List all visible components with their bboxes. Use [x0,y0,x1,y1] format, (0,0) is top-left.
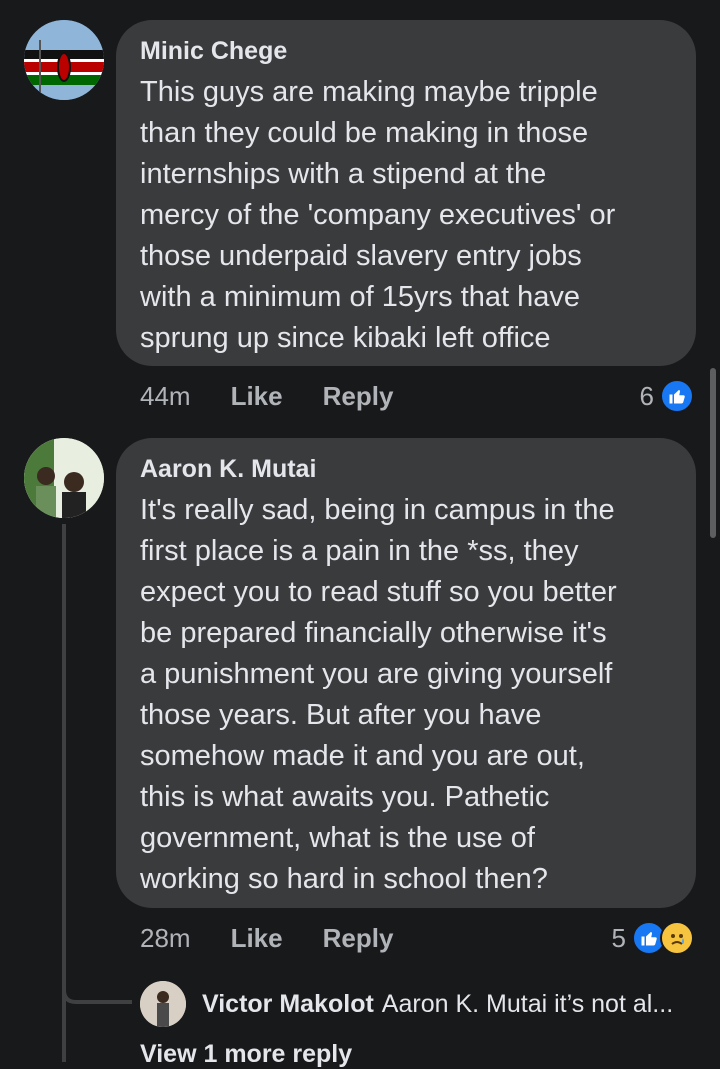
reaction-summary[interactable]: 6 [640,376,694,416]
sad-icon [660,921,694,955]
view-more-replies-link[interactable]: View 1 more reply [140,1040,352,1069]
reaction-count: 5 [611,922,626,953]
profile-photo-icon [140,981,186,1027]
reply-button[interactable]: Reply [323,923,394,954]
avatar[interactable] [140,981,186,1027]
comment-text: It's really sad, being in campus in the … [140,494,617,895]
profile-photo-icon [24,438,104,518]
comment-actions: 28m Like Reply [140,918,433,958]
reply-author[interactable]: Victor Makolot [202,990,374,1019]
like-button[interactable]: Like [231,381,283,412]
reaction-summary[interactable]: 5 [612,918,694,958]
comment-time[interactable]: 28m [140,923,191,954]
avatar[interactable] [24,438,104,518]
reply-button[interactable]: Reply [323,381,394,412]
like-button[interactable]: Like [231,923,283,954]
reply-preview[interactable]: Victor Makolot Aaron K. Mutai it’s not a… [140,978,673,1030]
kenya-flag-icon [24,20,104,100]
comment-author[interactable]: Minic Chege [140,36,672,66]
reaction-count: 6 [639,380,654,411]
comment-bubble: Minic Chege This guys are making maybe t… [116,20,696,366]
comment-bubble: Aaron K. Mutai It's really sad, being in… [116,438,696,908]
reply-snippet: Aaron K. Mutai it’s not al... [381,989,674,1018]
comment-time[interactable]: 44m [140,381,191,412]
comment-actions: 44m Like Reply [140,376,433,416]
avatar[interactable] [24,20,104,100]
reply-connector [62,960,132,1004]
like-icon [660,379,694,413]
comment-author[interactable]: Aaron K. Mutai [140,454,672,484]
comment-text: This guys are making maybe tripple than … [140,76,616,354]
scrollbar[interactable] [710,368,716,538]
